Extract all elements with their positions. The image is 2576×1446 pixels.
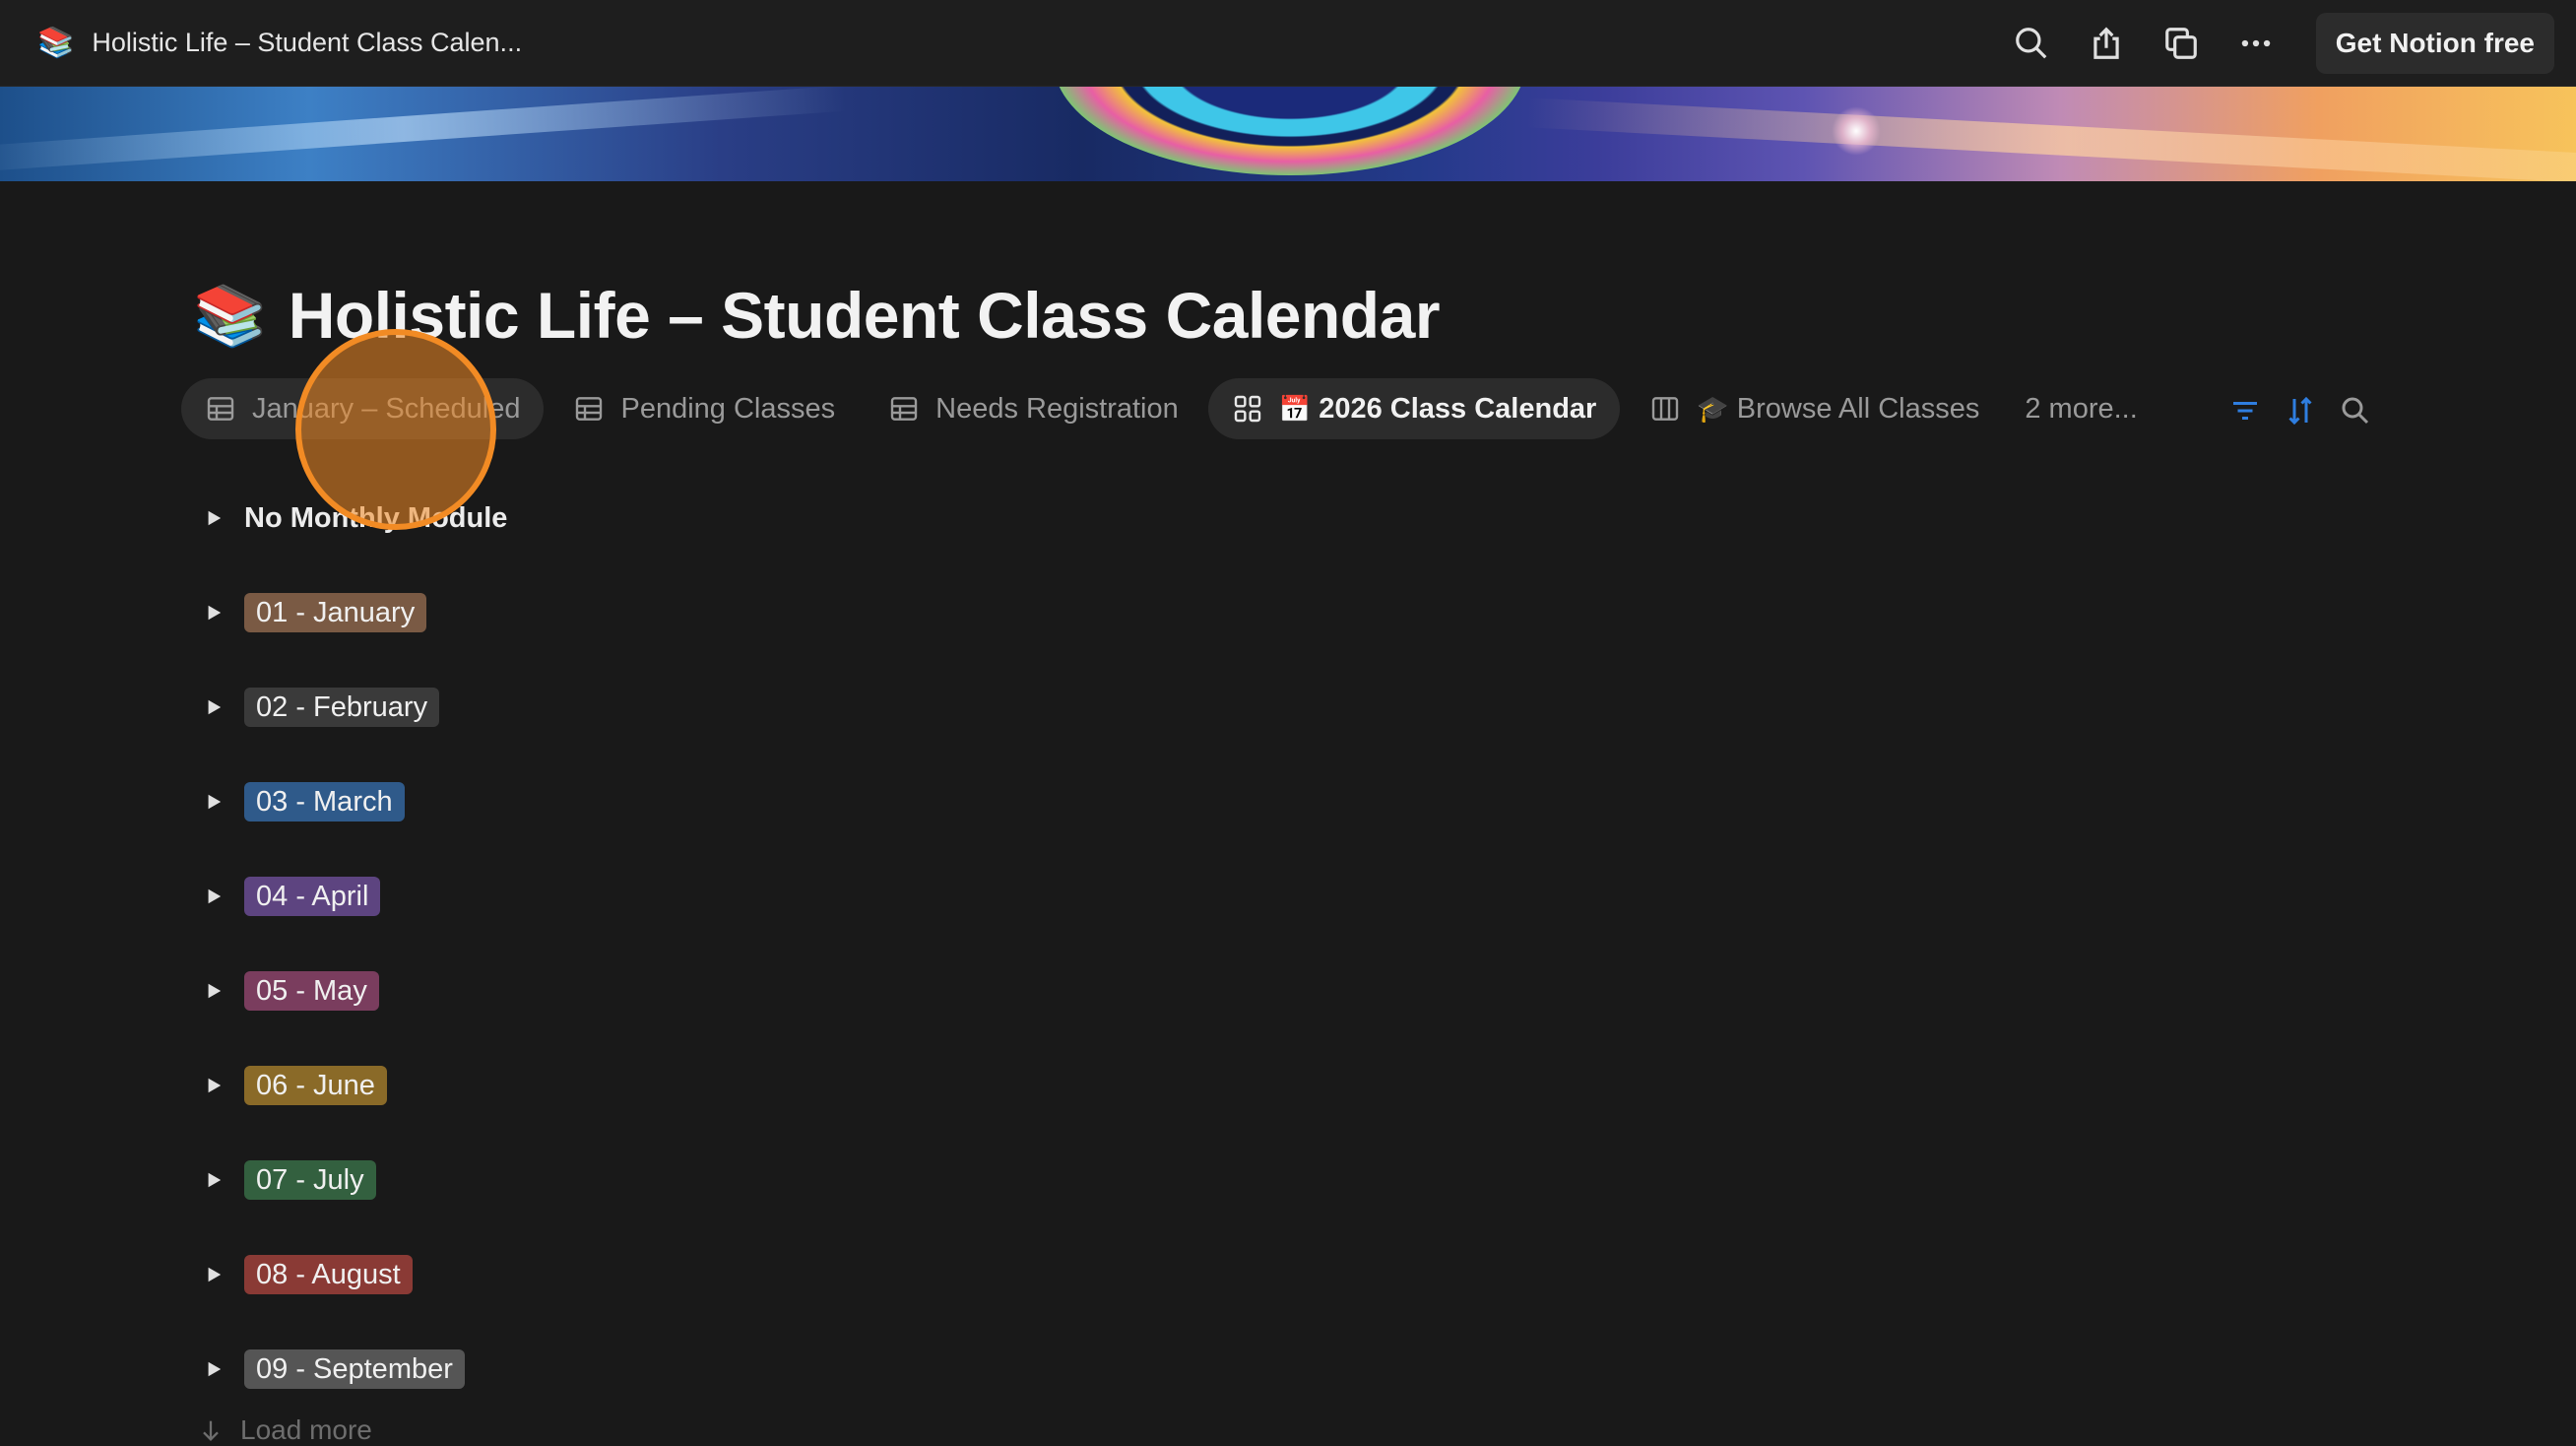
page-icon[interactable]: 📚 xyxy=(193,281,267,351)
group-09-september[interactable]: 09 - September xyxy=(197,1322,507,1416)
group-tag: 08 - August xyxy=(244,1255,413,1294)
table-icon xyxy=(207,397,234,421)
group-tag: 07 - July xyxy=(244,1160,376,1200)
get-notion-free-button[interactable]: Get Notion free xyxy=(2315,13,2554,74)
load-more-button[interactable]: Load more xyxy=(197,1414,372,1446)
cover-artwork xyxy=(1054,87,1526,175)
caret-right-icon[interactable] xyxy=(197,1163,230,1197)
caret-right-icon[interactable] xyxy=(197,596,230,629)
tab-label: Pending Classes xyxy=(620,392,836,425)
cover-glow xyxy=(1832,106,1881,156)
tab-label: January – Scheduled xyxy=(252,392,521,425)
caret-right-icon[interactable] xyxy=(197,880,230,913)
cover-streak xyxy=(0,87,847,173)
group-02-february[interactable]: 02 - February xyxy=(197,660,507,755)
cover-streak xyxy=(1525,98,2576,181)
view-tabs: January – Scheduled Pending Classes Need… xyxy=(181,378,2154,439)
tab-label: Needs Registration xyxy=(935,392,1179,425)
group-tag: 04 - April xyxy=(244,877,381,916)
group-list: No Monthly Module 01 - January 02 - Febr… xyxy=(197,471,507,1416)
page-emoji-icon: 📚 xyxy=(37,27,75,59)
filter-icon[interactable] xyxy=(2227,393,2263,428)
tab-browse-all-classes[interactable]: 🎓 Browse All Classes xyxy=(1626,378,2003,439)
group-no-monthly-module[interactable]: No Monthly Module xyxy=(197,471,507,565)
tab-2026-class-calendar[interactable]: 📅 2026 Class Calendar xyxy=(1207,378,1621,439)
page-title-row: 📚 Holistic Life – Student Class Calendar xyxy=(193,278,1441,353)
duplicate-icon[interactable] xyxy=(2149,11,2214,76)
group-label: No Monthly Module xyxy=(244,501,508,534)
caret-right-icon[interactable] xyxy=(197,690,230,724)
group-tag: 01 - January xyxy=(244,593,427,632)
load-more-label: Load more xyxy=(240,1414,372,1445)
tab-january-scheduled[interactable]: January – Scheduled xyxy=(181,378,545,439)
caret-right-icon[interactable] xyxy=(197,1352,230,1386)
tab-label: Browse All Classes xyxy=(1736,392,1980,425)
gallery-icon xyxy=(1234,395,1260,423)
tab-label: 2026 Class Calendar xyxy=(1319,392,1597,425)
caret-right-icon[interactable] xyxy=(197,1258,230,1291)
group-tag: 03 - March xyxy=(244,782,405,822)
share-icon[interactable] xyxy=(2074,11,2139,76)
board-icon xyxy=(1652,397,1679,421)
table-icon xyxy=(890,397,918,421)
group-04-april[interactable]: 04 - April xyxy=(197,849,507,944)
group-tag: 02 - February xyxy=(244,688,440,727)
group-08-august[interactable]: 08 - August xyxy=(197,1227,507,1322)
group-06-june[interactable]: 06 - June xyxy=(197,1038,507,1133)
tab-needs-registration[interactable]: Needs Registration xyxy=(865,378,1202,439)
caret-right-icon[interactable] xyxy=(197,501,230,535)
group-07-july[interactable]: 07 - July xyxy=(197,1133,507,1227)
top-actions: Get Notion free xyxy=(1999,0,2554,87)
sort-icon[interactable] xyxy=(2283,393,2318,428)
group-tag: 06 - June xyxy=(244,1066,387,1105)
search-icon[interactable] xyxy=(1999,11,2064,76)
graduation-cap-emoji-icon: 🎓 xyxy=(1697,393,1729,424)
calendar-emoji-icon: 📅 xyxy=(1278,393,1312,424)
tab-more-views[interactable]: 2 more... xyxy=(2009,378,2153,439)
caret-right-icon[interactable] xyxy=(197,785,230,819)
view-tools xyxy=(2227,386,2373,435)
search-icon[interactable] xyxy=(2338,393,2373,428)
breadcrumb[interactable]: 📚 Holistic Life – Student Class Calen... xyxy=(37,26,522,60)
cover-image xyxy=(0,87,2576,181)
group-03-march[interactable]: 03 - March xyxy=(197,755,507,849)
table-icon xyxy=(576,397,603,421)
caret-right-icon[interactable] xyxy=(197,1069,230,1102)
breadcrumb-title[interactable]: Holistic Life – Student Class Calen... xyxy=(92,28,522,58)
group-05-may[interactable]: 05 - May xyxy=(197,944,507,1038)
caret-right-icon[interactable] xyxy=(197,974,230,1008)
group-01-january[interactable]: 01 - January xyxy=(197,565,507,660)
page-title[interactable]: Holistic Life – Student Class Calendar xyxy=(289,278,1441,353)
top-bar: 📚 Holistic Life – Student Class Calen...… xyxy=(0,0,2576,87)
more-icon[interactable] xyxy=(2223,11,2288,76)
tab-pending-classes[interactable]: Pending Classes xyxy=(549,378,859,439)
group-tag: 05 - May xyxy=(244,971,379,1011)
group-tag: 09 - September xyxy=(244,1349,465,1389)
